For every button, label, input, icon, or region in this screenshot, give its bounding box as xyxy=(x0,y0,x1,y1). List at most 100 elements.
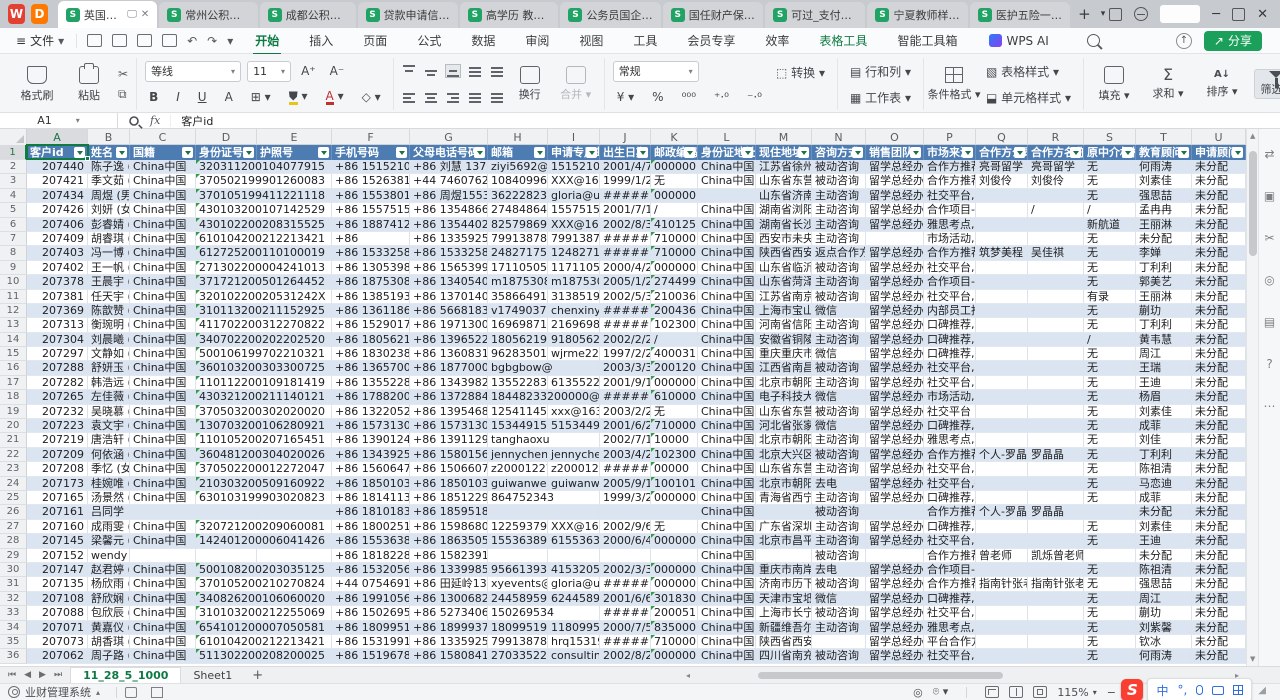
cell[interactable]: 留学总经办 xyxy=(866,160,924,174)
cell[interactable]: +86 18595187721 xyxy=(410,505,488,519)
cell[interactable]: 上海市长宁 xyxy=(756,606,812,620)
cell[interactable]: 无 xyxy=(651,174,698,188)
cell[interactable]: 207071 xyxy=(27,621,88,635)
cell[interactable]: 季忆 (女) xyxy=(88,462,130,476)
cell[interactable]: 胡睿琪 (女) xyxy=(88,232,130,246)
cell[interactable]: +86 15653997101 xyxy=(410,261,488,275)
cell[interactable]: 207135 xyxy=(27,577,88,591)
cell[interactable]: 社交平台, xyxy=(924,361,976,375)
cell[interactable]: 515344915 xyxy=(548,419,600,433)
cell[interactable]: +86 13359257061 xyxy=(410,635,488,649)
cell[interactable]: 320721200209060081 xyxy=(196,520,332,534)
cell[interactable]: 合作项目- xyxy=(924,563,976,577)
cell[interactable]: 雅思考点,雅 xyxy=(924,218,976,232)
cell[interactable]: 35866491 xyxy=(488,290,548,304)
cell[interactable]: 207378 xyxy=(27,275,88,289)
cell[interactable]: 未分配 xyxy=(1192,635,1246,649)
cell[interactable]: 000000 xyxy=(651,649,698,663)
cell[interactable]: China中国 xyxy=(130,361,196,375)
cell[interactable]: 刘俊伶 xyxy=(976,174,1028,188)
cell[interactable] xyxy=(866,549,924,563)
header-cell[interactable]: 父母电话号码 xyxy=(410,145,488,160)
menu-item-智能工具箱[interactable]: 智能工具箱 xyxy=(895,28,959,53)
sync-icon[interactable]: ⇄ xyxy=(1264,147,1274,161)
maximize-button[interactable] xyxy=(1232,8,1245,21)
header-cell[interactable]: 姓名 xyxy=(88,145,130,160)
cell[interactable]: +86 15290175 xyxy=(332,318,410,332)
header-cell[interactable]: 邮箱 xyxy=(488,145,548,160)
cell[interactable]: 207165 xyxy=(27,491,88,505)
cell[interactable] xyxy=(1084,549,1136,563)
cell[interactable] xyxy=(1028,261,1084,275)
header-cell[interactable]: 原中介机构 xyxy=(1084,145,1136,160)
cell[interactable]: 社交平台, xyxy=(924,376,976,390)
cell[interactable]: 刘紫馨 xyxy=(1136,621,1192,635)
cell[interactable] xyxy=(1028,304,1084,318)
cell[interactable] xyxy=(1028,534,1084,548)
cell[interactable]: wendy xyxy=(88,549,130,563)
header-cell[interactable]: 申请专用邮 xyxy=(548,145,600,160)
cell[interactable] xyxy=(1084,505,1136,519)
globe-icon[interactable] xyxy=(1134,7,1148,21)
cell[interactable] xyxy=(976,635,1028,649)
cell[interactable]: 周煜 (男) xyxy=(88,189,130,203)
cell[interactable]: 未分配 xyxy=(1192,606,1246,620)
cell[interactable]: 丁利利 xyxy=(1136,448,1192,462)
cell[interactable]: 筑梦美程 xyxy=(976,246,1028,260)
cell[interactable]: 留学总经办 xyxy=(866,477,924,491)
cell[interactable]: 00000 xyxy=(651,462,698,476)
cell[interactable]: 207288 xyxy=(27,361,88,375)
page-layout-view-icon[interactable] xyxy=(1033,686,1047,698)
cell[interactable]: 无 xyxy=(1084,174,1136,188)
cloud-sync-icon[interactable] xyxy=(162,34,177,47)
cell[interactable]: wjrme221@ xyxy=(548,347,600,361)
cell[interactable]: 110112200109181419 xyxy=(196,376,332,390)
cell[interactable]: 360481200304020026 xyxy=(196,448,332,462)
cell[interactable]: jennychen xyxy=(488,448,548,462)
cell[interactable]: China中国 xyxy=(698,534,756,548)
cell[interactable]: +86 15152100 xyxy=(332,160,410,174)
cell[interactable] xyxy=(130,549,196,563)
cell[interactable]: 110105200207165451 xyxy=(196,433,332,447)
cell[interactable]: +86 13901242 xyxy=(332,433,410,447)
cell[interactable]: 彭睿婧 (女) xyxy=(88,218,130,232)
cell[interactable]: China中国 xyxy=(698,462,756,476)
cell[interactable]: +86 18753080 xyxy=(332,275,410,289)
cell[interactable]: +86 15332585001 xyxy=(410,246,488,260)
cell[interactable]: 无 xyxy=(1084,347,1136,361)
cell[interactable]: 207108 xyxy=(27,592,88,606)
cell[interactable]: +86 15263810 xyxy=(332,174,410,188)
row-number[interactable]: 28 xyxy=(0,534,27,548)
header-cell[interactable]: 护照号 xyxy=(257,145,332,160)
cell[interactable]: 北京市朝阳 xyxy=(756,376,812,390)
cell[interactable] xyxy=(1028,563,1084,577)
cell[interactable] xyxy=(976,304,1028,318)
cell[interactable]: 430102200208315525 xyxy=(196,218,332,232)
cell[interactable]: China中国 xyxy=(130,218,196,232)
cell[interactable]: 合作方推荐 xyxy=(924,549,976,563)
cell[interactable]: China中国 xyxy=(130,275,196,289)
cell[interactable] xyxy=(130,505,196,519)
decrease-font-button[interactable]: A⁻ xyxy=(326,63,349,79)
screen-record-icon[interactable]: ⌾ ▾ xyxy=(933,685,949,699)
cell[interactable]: China中国 xyxy=(698,505,756,519)
cell[interactable] xyxy=(1028,361,1084,375)
cell[interactable]: 2003/4/2 xyxy=(600,448,651,462)
header-cell[interactable]: 申请顾问 xyxy=(1192,145,1246,160)
cell[interactable]: 罗晶晶 xyxy=(1028,505,1084,519)
fill-color-button[interactable]: ⛊ ▾ xyxy=(285,88,312,106)
conditional-format-button[interactable]: 条件格式 ▾ xyxy=(932,67,976,102)
cell[interactable]: China中国 xyxy=(698,203,756,217)
cell[interactable]: 32010220020531242X xyxy=(196,290,332,304)
filter-dropdown-icon[interactable] xyxy=(318,147,329,158)
cell[interactable]: 207173 xyxy=(27,477,88,491)
cell[interactable]: +86 13608312761 xyxy=(410,347,488,361)
menu-item-表格工具[interactable]: 表格工具 xyxy=(817,28,869,53)
cell[interactable]: 27033522 xyxy=(488,649,548,663)
cell[interactable]: 000000 xyxy=(651,577,698,591)
cell[interactable]: 370105200210270824 xyxy=(196,577,332,591)
cell[interactable]: 王迪 xyxy=(1136,534,1192,548)
cell[interactable]: +86 56681836 xyxy=(410,304,488,318)
row-number[interactable]: 35 xyxy=(0,635,27,649)
row-number[interactable]: 27 xyxy=(0,520,27,534)
